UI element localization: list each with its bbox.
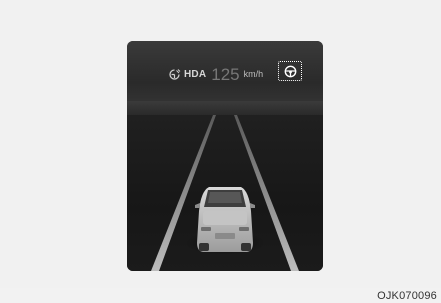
speed-unit-label: km/h [243, 69, 264, 79]
road-view [127, 115, 323, 271]
set-speed-value: 125 [211, 64, 240, 84]
highway-driving-assist-icon [169, 68, 181, 80]
hda-label: HDA [184, 68, 207, 80]
figure-code: OJK070096 [377, 290, 437, 302]
illustration-panel: HDA 125 km/h [0, 0, 441, 288]
vehicle-icon [195, 187, 255, 252]
status-divider [127, 101, 323, 115]
status-bar: HDA 125 km/h [127, 41, 323, 101]
road-scene [151, 115, 299, 271]
cluster-display: HDA 125 km/h [127, 41, 323, 271]
hda-status-row: HDA 125 km/h [168, 64, 263, 84]
steering-wheel-icon [284, 65, 296, 77]
lane-following-assist-highlight [278, 61, 302, 81]
